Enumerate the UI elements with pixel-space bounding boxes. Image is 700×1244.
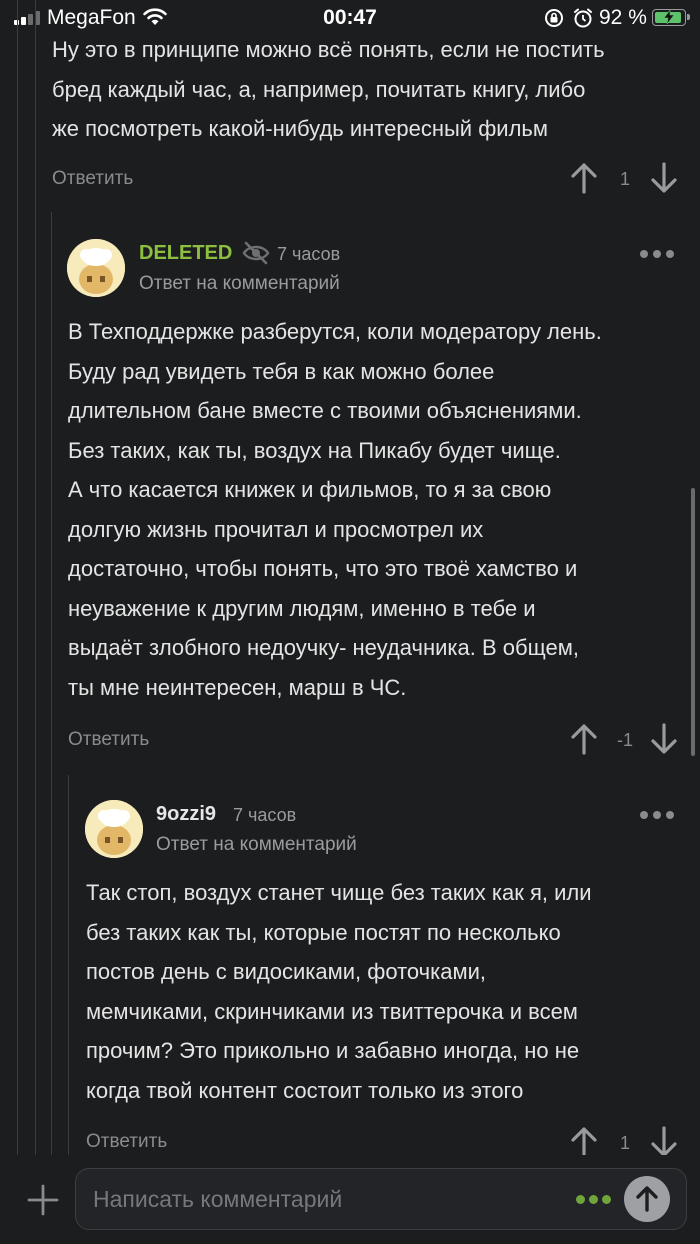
author-name[interactable]: 9ozzi9 xyxy=(156,803,216,826)
downvote-arrow-icon[interactable] xyxy=(650,723,678,755)
comment-text: В Техподдержке разберутся, коли модерато… xyxy=(68,319,602,700)
alarm-icon xyxy=(574,8,592,28)
scrollbar[interactable] xyxy=(691,488,695,756)
reply-button[interactable]: Ответить xyxy=(86,1131,167,1153)
compose-bar: Написать комментарий xyxy=(0,1155,700,1244)
upvote-arrow-icon[interactable] xyxy=(570,162,598,194)
vote-controls: -1 xyxy=(570,723,680,759)
more-options-icon[interactable] xyxy=(576,1195,616,1205)
reply-button[interactable]: Ответить xyxy=(52,168,133,190)
add-attachment-icon[interactable] xyxy=(26,1183,60,1217)
downvote-arrow-icon[interactable] xyxy=(650,162,678,194)
hidden-eye-icon xyxy=(242,241,270,265)
comment-text: Так стоп, воздух станет чище без таких к… xyxy=(86,880,592,1103)
send-button[interactable] xyxy=(624,1176,670,1222)
thread-line xyxy=(35,0,36,1155)
battery-percent: 92 % xyxy=(599,6,647,29)
comment-text: Ну это в принципе можно всё понять, если… xyxy=(52,37,605,141)
score: 1 xyxy=(619,1133,630,1153)
comment-time: 7 часов xyxy=(233,805,297,825)
thread-line xyxy=(17,0,18,1155)
vote-controls: 1 xyxy=(570,162,680,198)
send-arrow-icon xyxy=(636,1186,658,1212)
comment-input[interactable]: Написать комментарий xyxy=(75,1168,687,1230)
more-options-icon[interactable] xyxy=(640,248,676,260)
author-name[interactable]: DELETED xyxy=(139,242,232,265)
thread-line xyxy=(68,775,69,1155)
upvote-arrow-icon[interactable] xyxy=(570,723,598,755)
reply-to-link[interactable]: Ответ на комментарий xyxy=(139,273,340,295)
thread-line xyxy=(51,212,52,1155)
battery-charging-icon xyxy=(652,9,690,26)
comment-time: 7 часов xyxy=(277,244,341,264)
downvote-arrow-icon[interactable] xyxy=(650,1126,678,1158)
reply-button[interactable]: Ответить xyxy=(68,729,149,751)
more-options-icon[interactable] xyxy=(640,809,676,821)
avatar[interactable] xyxy=(67,239,125,297)
score: -1 xyxy=(616,730,633,750)
reply-to-link[interactable]: Ответ на комментарий xyxy=(156,834,357,856)
clock-time: 00:47 xyxy=(323,6,377,29)
orientation-lock-icon xyxy=(545,9,563,27)
upvote-arrow-icon[interactable] xyxy=(570,1126,598,1158)
score: 1 xyxy=(619,169,630,189)
comment-input-placeholder: Написать комментарий xyxy=(93,1186,343,1212)
avatar[interactable] xyxy=(85,800,143,858)
